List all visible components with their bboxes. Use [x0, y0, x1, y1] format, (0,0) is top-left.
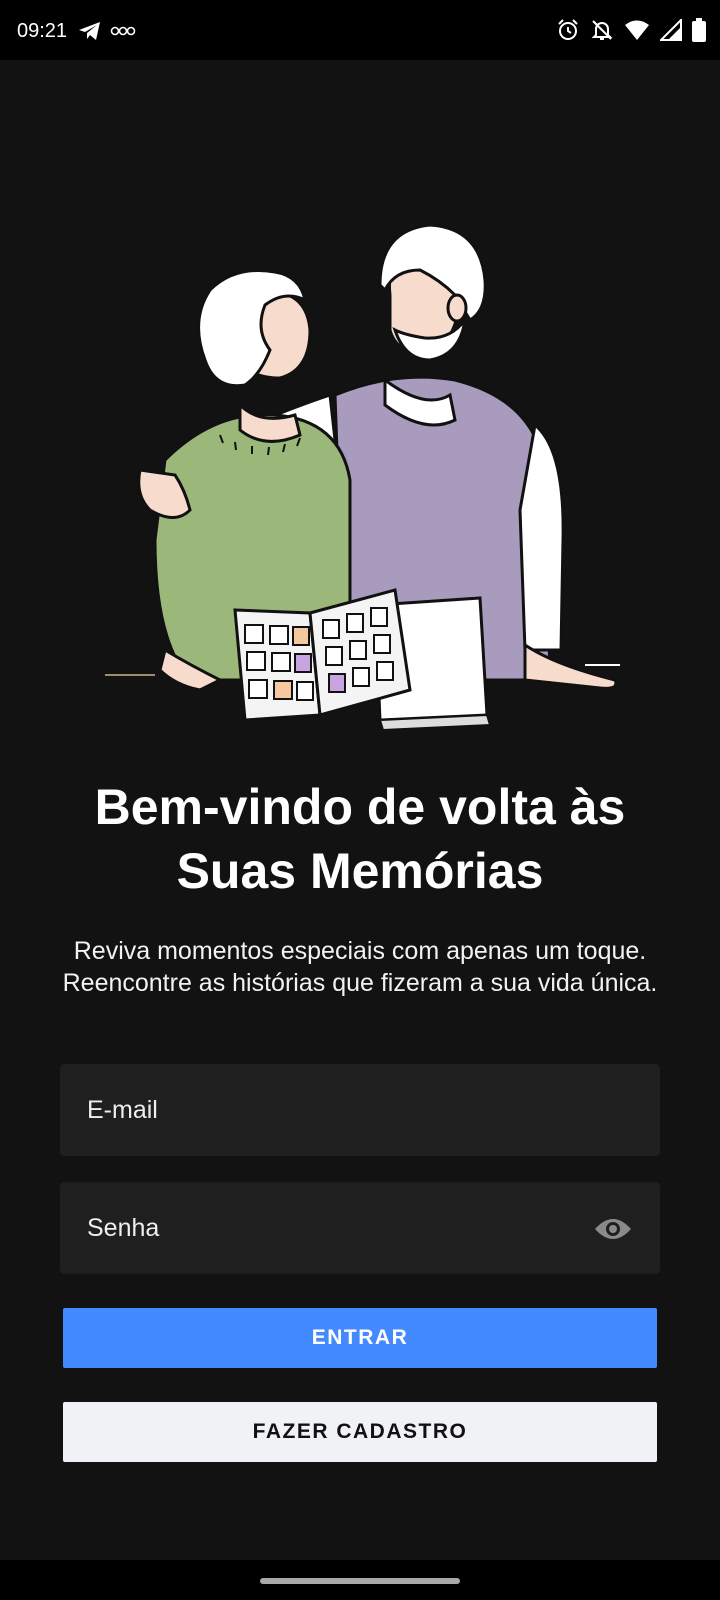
title-line-2: Suas Memórias [176, 843, 544, 899]
login-screen: Bem-vindo de volta às Suas Memórias Revi… [0, 60, 720, 1560]
eye-icon[interactable] [593, 1215, 633, 1243]
status-time: 09:21 [17, 20, 68, 42]
email-field [60, 1064, 660, 1156]
status-bar: 09:21 [0, 0, 720, 60]
wifi-icon [624, 19, 650, 41]
password-input[interactable] [60, 1182, 660, 1274]
notifications-off-icon [590, 18, 614, 42]
elderly-couple-illustration [95, 210, 645, 750]
telegram-icon [78, 20, 102, 42]
signal-icon [660, 19, 682, 41]
voicemail-icon [110, 24, 136, 38]
status-right-icons [556, 18, 706, 42]
home-gesture-handle[interactable] [260, 1578, 460, 1584]
page-title: Bem-vindo de volta às Suas Memórias [40, 775, 680, 903]
password-field [60, 1182, 660, 1274]
status-left-icons [78, 20, 136, 42]
login-button[interactable]: ENTRAR [63, 1308, 657, 1368]
battery-icon [692, 18, 706, 42]
navigation-bar [0, 1560, 720, 1600]
title-line-1: Bem-vindo de volta às [94, 779, 626, 835]
signup-button[interactable]: FAZER CADASTRO [63, 1402, 657, 1462]
alarm-icon [556, 18, 580, 42]
page-subtitle: Reviva momentos especiais com apenas um … [62, 937, 658, 997]
email-input[interactable] [60, 1064, 660, 1156]
